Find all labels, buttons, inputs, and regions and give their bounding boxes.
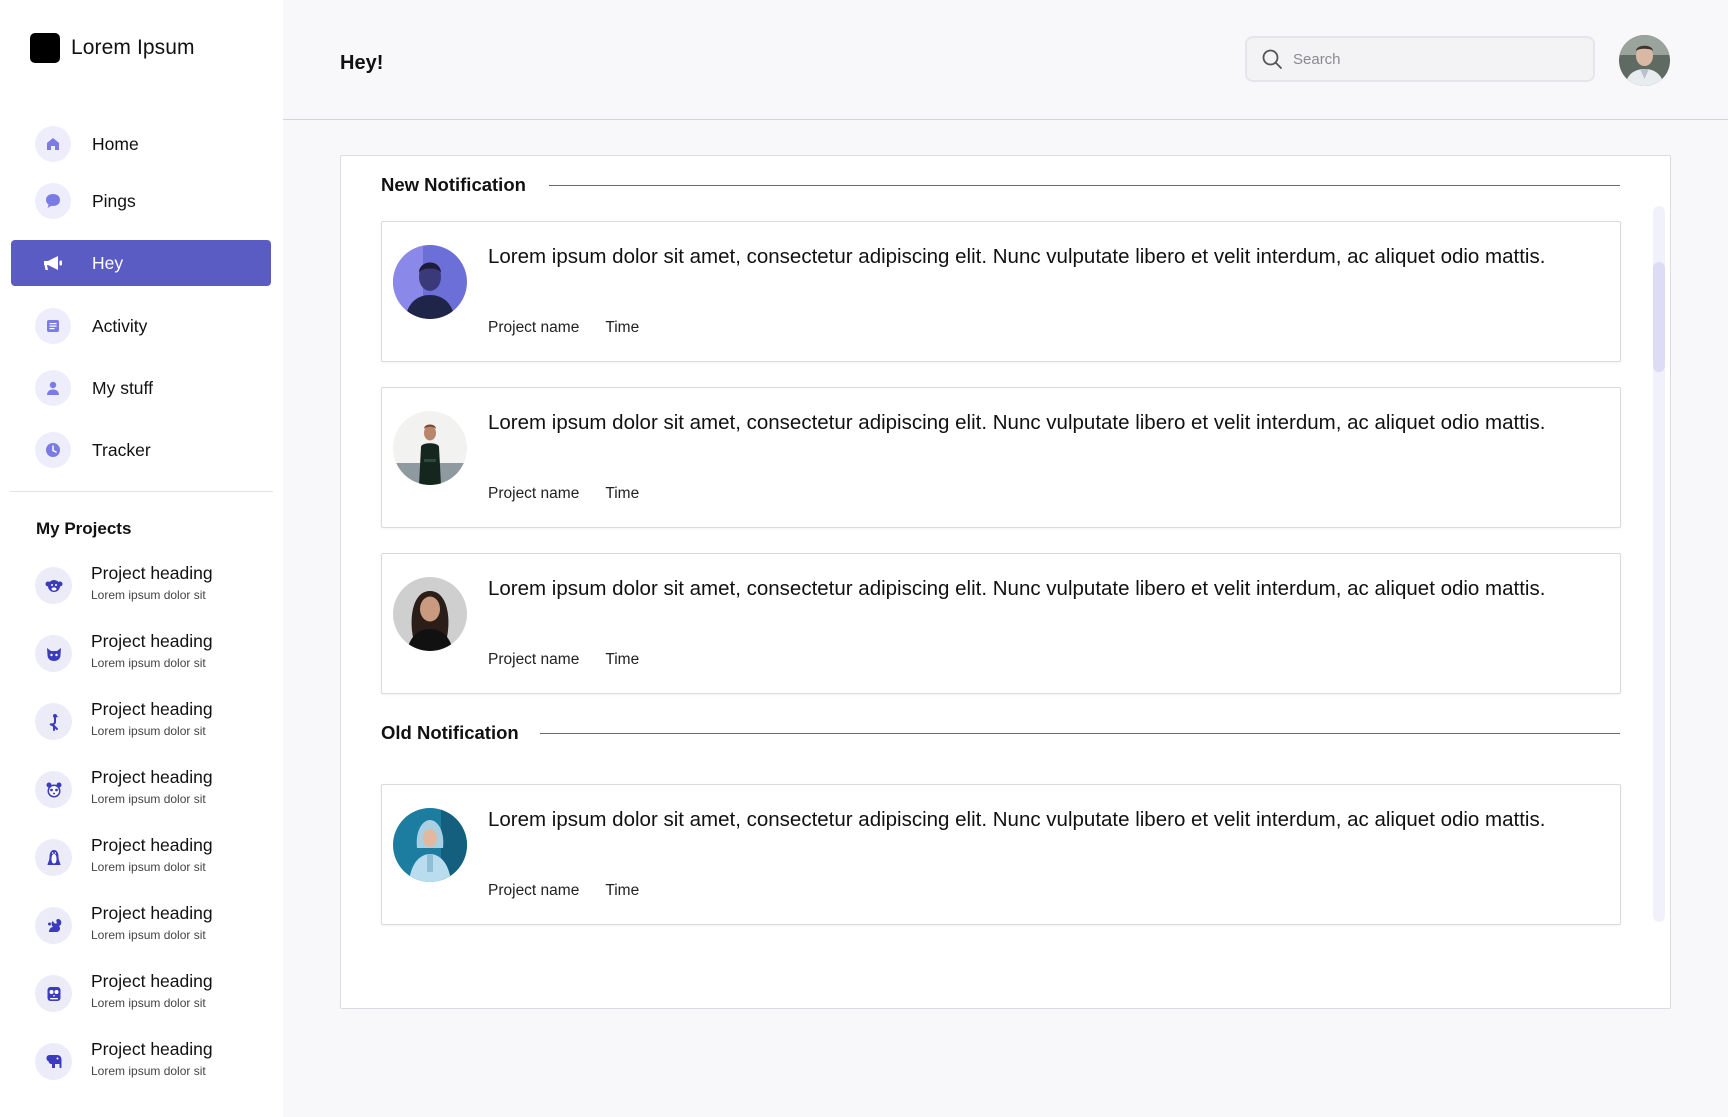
user-icon: [35, 370, 71, 406]
project-heading: Project heading: [91, 835, 213, 855]
notification-meta: Project name Time: [488, 651, 639, 669]
notification-time: Time: [605, 882, 640, 899]
brand-logo: [30, 33, 60, 63]
squirrel-icon: [35, 907, 72, 944]
project-heading: Project heading: [91, 767, 213, 787]
document-icon: [35, 308, 71, 344]
old-notification-title: Old Notification: [381, 722, 533, 744]
notification-time: Time: [605, 485, 640, 502]
nav-label: My stuff: [92, 377, 153, 398]
project-heading: Project heading: [91, 1039, 213, 1059]
notification-card[interactable]: Lorem ipsum dolor sit amet, consectetur …: [381, 387, 1621, 528]
notification-avatar: [393, 808, 467, 882]
nav-label: Tracker: [92, 439, 151, 460]
chat-bubble-icon: [35, 183, 71, 219]
section-divider: [540, 733, 1620, 734]
project-item[interactable]: Project heading Lorem ipsum dolor sit: [35, 563, 275, 613]
notification-card[interactable]: Lorem ipsum dolor sit amet, consectetur …: [381, 221, 1621, 362]
project-subtitle: Lorem ipsum dolor sit: [91, 588, 206, 602]
nav-item-pings[interactable]: Pings: [11, 178, 271, 224]
project-item[interactable]: Project heading Lorem ipsum dolor sit: [35, 767, 275, 817]
project-subtitle: Lorem ipsum dolor sit: [91, 860, 206, 874]
project-name[interactable]: Project name: [488, 651, 579, 669]
nav-item-activity[interactable]: Activity: [11, 303, 271, 349]
project-item[interactable]: Project heading Lorem ipsum dolor sit: [35, 835, 275, 885]
project-subtitle: Lorem ipsum dolor sit: [91, 656, 206, 670]
notification-card[interactable]: Lorem ipsum dolor sit amet, consectetur …: [381, 784, 1621, 925]
project-heading: Project heading: [91, 971, 213, 991]
section-divider: [549, 185, 1620, 186]
panda-icon: [35, 771, 72, 808]
notification-meta: Project name Time: [488, 319, 639, 337]
project-name[interactable]: Project name: [488, 319, 579, 337]
project-item[interactable]: Project heading Lorem ipsum dolor sit: [35, 971, 275, 1021]
nav-item-home[interactable]: Home: [11, 121, 271, 167]
nav-label: Hey: [92, 252, 124, 273]
notifications-panel: New Notification Lorem ipsum dolor sit a…: [340, 155, 1671, 1009]
search-box[interactable]: [1245, 36, 1595, 82]
project-subtitle: Lorem ipsum dolor sit: [91, 996, 206, 1010]
bird-icon: [35, 703, 72, 740]
notification-card[interactable]: Lorem ipsum dolor sit amet, consectetur …: [381, 553, 1621, 694]
penguin-icon: [35, 839, 72, 876]
brand[interactable]: Lorem Ipsum: [30, 33, 195, 63]
notification-text: Lorem ipsum dolor sit amet, consectetur …: [488, 577, 1546, 600]
search-icon: [1262, 49, 1282, 69]
home-icon: [35, 126, 71, 162]
project-heading: Project heading: [91, 631, 213, 651]
search-input[interactable]: [1293, 50, 1573, 68]
notification-text: Lorem ipsum dolor sit amet, consectetur …: [488, 245, 1546, 268]
megaphone-icon: [35, 245, 71, 281]
cat-icon: [35, 635, 72, 672]
my-projects-title: My Projects: [36, 519, 132, 538]
project-heading: Project heading: [91, 903, 213, 923]
project-subtitle: Lorem ipsum dolor sit: [91, 928, 206, 942]
page-title: Hey!: [340, 52, 384, 74]
user-avatar[interactable]: [1619, 35, 1670, 86]
notification-avatar: [393, 411, 467, 485]
new-notification-title: New Notification: [381, 174, 540, 196]
project-item[interactable]: Project heading Lorem ipsum dolor sit: [35, 699, 275, 749]
notification-meta: Project name Time: [488, 882, 639, 900]
project-name[interactable]: Project name: [488, 882, 579, 900]
nav-item-hey[interactable]: Hey: [11, 240, 271, 286]
nav-item-tracker[interactable]: Tracker: [11, 427, 271, 473]
brand-name: Lorem Ipsum: [71, 36, 195, 59]
project-heading: Project heading: [91, 563, 213, 583]
elephant-icon: [35, 1043, 72, 1080]
notification-text: Lorem ipsum dolor sit amet, consectetur …: [488, 411, 1546, 434]
project-item[interactable]: Project heading Lorem ipsum dolor sit: [35, 631, 275, 681]
project-item[interactable]: Project heading Lorem ipsum dolor sit: [35, 903, 275, 953]
notification-avatar: [393, 577, 467, 651]
sidebar-divider: [10, 491, 273, 492]
nav-label: Pings: [92, 190, 136, 211]
nav-item-my-stuff[interactable]: My stuff: [11, 365, 271, 411]
notification-time: Time: [605, 319, 640, 336]
scrollbar-track[interactable]: [1653, 206, 1665, 922]
project-heading: Project heading: [91, 699, 213, 719]
top-header: Hey!: [283, 0, 1728, 120]
nav-label: Activity: [92, 315, 148, 336]
project-subtitle: Lorem ipsum dolor sit: [91, 1064, 206, 1078]
monkey-icon: [35, 567, 72, 604]
owl-icon: [35, 975, 72, 1012]
notification-meta: Project name Time: [488, 485, 639, 503]
notification-time: Time: [605, 651, 640, 668]
clock-icon: [35, 432, 71, 468]
nav-label: Home: [92, 133, 139, 154]
project-item[interactable]: Project heading Lorem ipsum dolor sit: [35, 1039, 275, 1089]
project-subtitle: Lorem ipsum dolor sit: [91, 792, 206, 806]
project-name[interactable]: Project name: [488, 485, 579, 503]
project-subtitle: Lorem ipsum dolor sit: [91, 724, 206, 738]
sidebar: Lorem Ipsum Home Pings Hey Activity My s…: [0, 0, 283, 1117]
scrollbar-thumb[interactable]: [1653, 262, 1665, 372]
notification-avatar: [393, 245, 467, 319]
notification-text: Lorem ipsum dolor sit amet, consectetur …: [488, 808, 1546, 831]
